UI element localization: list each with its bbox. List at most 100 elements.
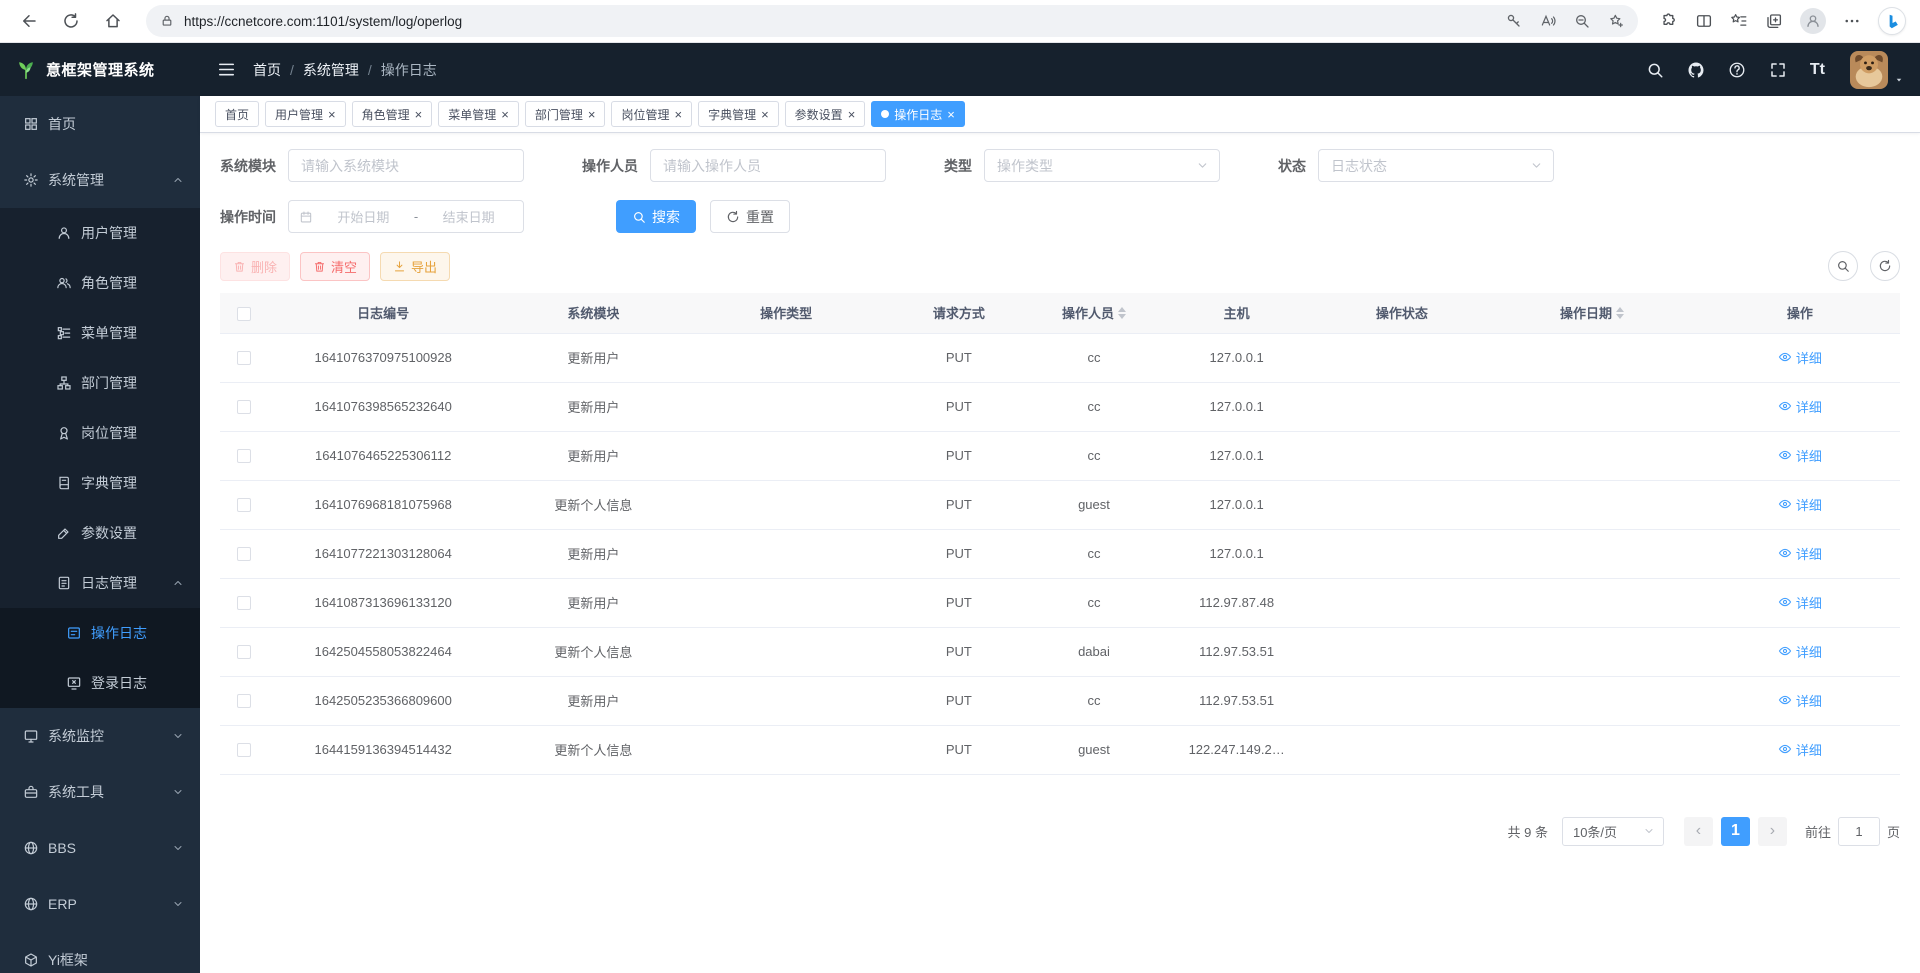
read-aloud-icon[interactable] bbox=[1540, 13, 1556, 29]
help-button[interactable] bbox=[1728, 61, 1746, 79]
sidebar-item-system-monitor[interactable]: 系统监控 bbox=[0, 708, 200, 764]
tab-dict-mgmt[interactable]: 字典管理 bbox=[698, 101, 779, 127]
type-select[interactable]: 操作类型 bbox=[984, 149, 1220, 182]
search-button[interactable]: 搜索 bbox=[616, 200, 696, 233]
sidebar-item-dict-mgmt[interactable]: 字典管理 bbox=[0, 458, 200, 508]
detail-link[interactable]: 详细 bbox=[1778, 446, 1822, 465]
tab-oper-log[interactable]: 操作日志 bbox=[871, 101, 965, 127]
detail-link[interactable]: 详细 bbox=[1778, 544, 1822, 563]
detail-link[interactable]: 详细 bbox=[1778, 740, 1822, 759]
close-icon[interactable] bbox=[848, 108, 856, 121]
github-button[interactable] bbox=[1687, 61, 1705, 79]
clear-button[interactable]: 清空 bbox=[300, 252, 370, 281]
header-search-button[interactable] bbox=[1646, 61, 1664, 79]
sidebar-item-log-mgmt[interactable]: 日志管理 bbox=[0, 558, 200, 608]
export-button[interactable]: 导出 bbox=[380, 252, 450, 281]
address-bar[interactable]: https://ccnetcore.com:1101/system/log/op… bbox=[146, 5, 1638, 37]
detail-link[interactable]: 详细 bbox=[1778, 691, 1822, 710]
more-menu-icon[interactable] bbox=[1843, 12, 1861, 30]
sidebar-item-home[interactable]: 首页 bbox=[0, 96, 200, 152]
row-checkbox[interactable] bbox=[237, 743, 251, 757]
operator-input[interactable] bbox=[650, 149, 886, 182]
tab-role-mgmt[interactable]: 角色管理 bbox=[352, 101, 433, 127]
detail-link[interactable]: 详细 bbox=[1778, 348, 1822, 367]
sidebar-item-system-tools[interactable]: 系统工具 bbox=[0, 764, 200, 820]
bing-sidebar-button[interactable] bbox=[1878, 7, 1906, 35]
breadcrumb-system-mgmt[interactable]: 系统管理 bbox=[303, 60, 359, 80]
tab-menu-mgmt[interactable]: 菜单管理 bbox=[438, 101, 519, 127]
avatar[interactable] bbox=[1850, 51, 1888, 89]
page-size-select[interactable]: 10条/页 bbox=[1562, 817, 1664, 846]
next-page-button[interactable]: › bbox=[1758, 817, 1787, 846]
home-button[interactable] bbox=[98, 6, 128, 36]
close-icon[interactable] bbox=[761, 108, 769, 121]
refresh-table-button[interactable] bbox=[1870, 251, 1900, 281]
sidebar-item-dept-mgmt[interactable]: 部门管理 bbox=[0, 358, 200, 408]
delete-button[interactable]: 删除 bbox=[220, 252, 290, 281]
detail-link[interactable]: 详细 bbox=[1778, 397, 1822, 416]
row-checkbox[interactable] bbox=[237, 400, 251, 414]
detail-link[interactable]: 详细 bbox=[1778, 593, 1822, 612]
col-date[interactable]: 操作日期 bbox=[1484, 293, 1699, 333]
sidebar-item-yi-frame[interactable]: Yi框架 bbox=[0, 932, 200, 973]
add-favorite-icon[interactable] bbox=[1608, 13, 1624, 29]
sidebar-item-post-mgmt[interactable]: 岗位管理 bbox=[0, 408, 200, 458]
tab-param-settings[interactable]: 参数设置 bbox=[785, 101, 866, 127]
date-range-picker[interactable]: 开始日期 - 结束日期 bbox=[288, 200, 524, 233]
sidebar-item-login-log[interactable]: 登录日志 bbox=[0, 658, 200, 708]
row-checkbox[interactable] bbox=[237, 498, 251, 512]
sidebar-item-user-mgmt[interactable]: 用户管理 bbox=[0, 208, 200, 258]
favorites-icon[interactable] bbox=[1730, 12, 1748, 30]
sidebar-item-menu-mgmt[interactable]: 菜单管理 bbox=[0, 308, 200, 358]
col-operator[interactable]: 操作人员 bbox=[1034, 293, 1154, 333]
zoom-out-icon[interactable] bbox=[1574, 13, 1590, 29]
module-input[interactable] bbox=[288, 149, 524, 182]
collections-icon[interactable] bbox=[1765, 12, 1783, 30]
back-button[interactable] bbox=[14, 6, 44, 36]
row-checkbox[interactable] bbox=[237, 596, 251, 610]
sidebar-item-role-mgmt[interactable]: 角色管理 bbox=[0, 258, 200, 308]
refresh-button[interactable] bbox=[56, 6, 86, 36]
tab-dept-mgmt[interactable]: 部门管理 bbox=[525, 101, 606, 127]
detail-link[interactable]: 详细 bbox=[1778, 495, 1822, 514]
select-all-checkbox[interactable] bbox=[237, 307, 251, 321]
detail-link[interactable]: 详细 bbox=[1778, 642, 1822, 661]
reset-button[interactable]: 重置 bbox=[710, 200, 790, 233]
breadcrumb-home[interactable]: 首页 bbox=[253, 60, 281, 80]
sidebar-item-system-mgmt[interactable]: 系统管理 bbox=[0, 152, 200, 208]
close-icon[interactable] bbox=[947, 108, 955, 121]
sidebar-item-oper-log[interactable]: 操作日志 bbox=[0, 608, 200, 658]
prev-page-button[interactable]: ‹ bbox=[1684, 817, 1713, 846]
close-icon[interactable] bbox=[501, 108, 509, 121]
close-icon[interactable] bbox=[588, 108, 596, 121]
browser-profile-button[interactable] bbox=[1800, 8, 1826, 34]
tab-post-mgmt[interactable]: 岗位管理 bbox=[611, 101, 692, 127]
toggle-search-button[interactable] bbox=[1828, 251, 1858, 281]
page-1-button[interactable]: 1 bbox=[1721, 817, 1750, 846]
row-checkbox[interactable] bbox=[237, 547, 251, 561]
sort-carets-icon[interactable] bbox=[1118, 307, 1126, 319]
home-icon bbox=[104, 12, 122, 30]
tab-home[interactable]: 首页 bbox=[215, 101, 259, 127]
extensions-icon[interactable] bbox=[1660, 12, 1678, 30]
sidebar-toggle-button[interactable] bbox=[200, 60, 253, 79]
split-screen-icon[interactable] bbox=[1695, 12, 1713, 30]
tab-user-mgmt[interactable]: 用户管理 bbox=[265, 101, 346, 127]
sidebar-item-bbs[interactable]: BBS bbox=[0, 820, 200, 876]
user-menu[interactable] bbox=[1850, 51, 1904, 89]
row-checkbox[interactable] bbox=[237, 645, 251, 659]
close-icon[interactable] bbox=[415, 108, 423, 121]
sort-carets-icon[interactable] bbox=[1616, 307, 1624, 319]
password-key-icon[interactable] bbox=[1506, 13, 1522, 29]
row-checkbox[interactable] bbox=[237, 449, 251, 463]
row-checkbox[interactable] bbox=[237, 351, 251, 365]
fullscreen-button[interactable] bbox=[1769, 61, 1787, 79]
status-select[interactable]: 日志状态 bbox=[1318, 149, 1554, 182]
sidebar-item-erp[interactable]: ERP bbox=[0, 876, 200, 932]
row-checkbox[interactable] bbox=[237, 694, 251, 708]
sidebar-item-param-settings[interactable]: 参数设置 bbox=[0, 508, 200, 558]
goto-page-input[interactable] bbox=[1838, 817, 1880, 846]
close-icon[interactable] bbox=[328, 108, 336, 121]
close-icon[interactable] bbox=[674, 108, 682, 121]
font-size-button[interactable] bbox=[1810, 61, 1825, 79]
